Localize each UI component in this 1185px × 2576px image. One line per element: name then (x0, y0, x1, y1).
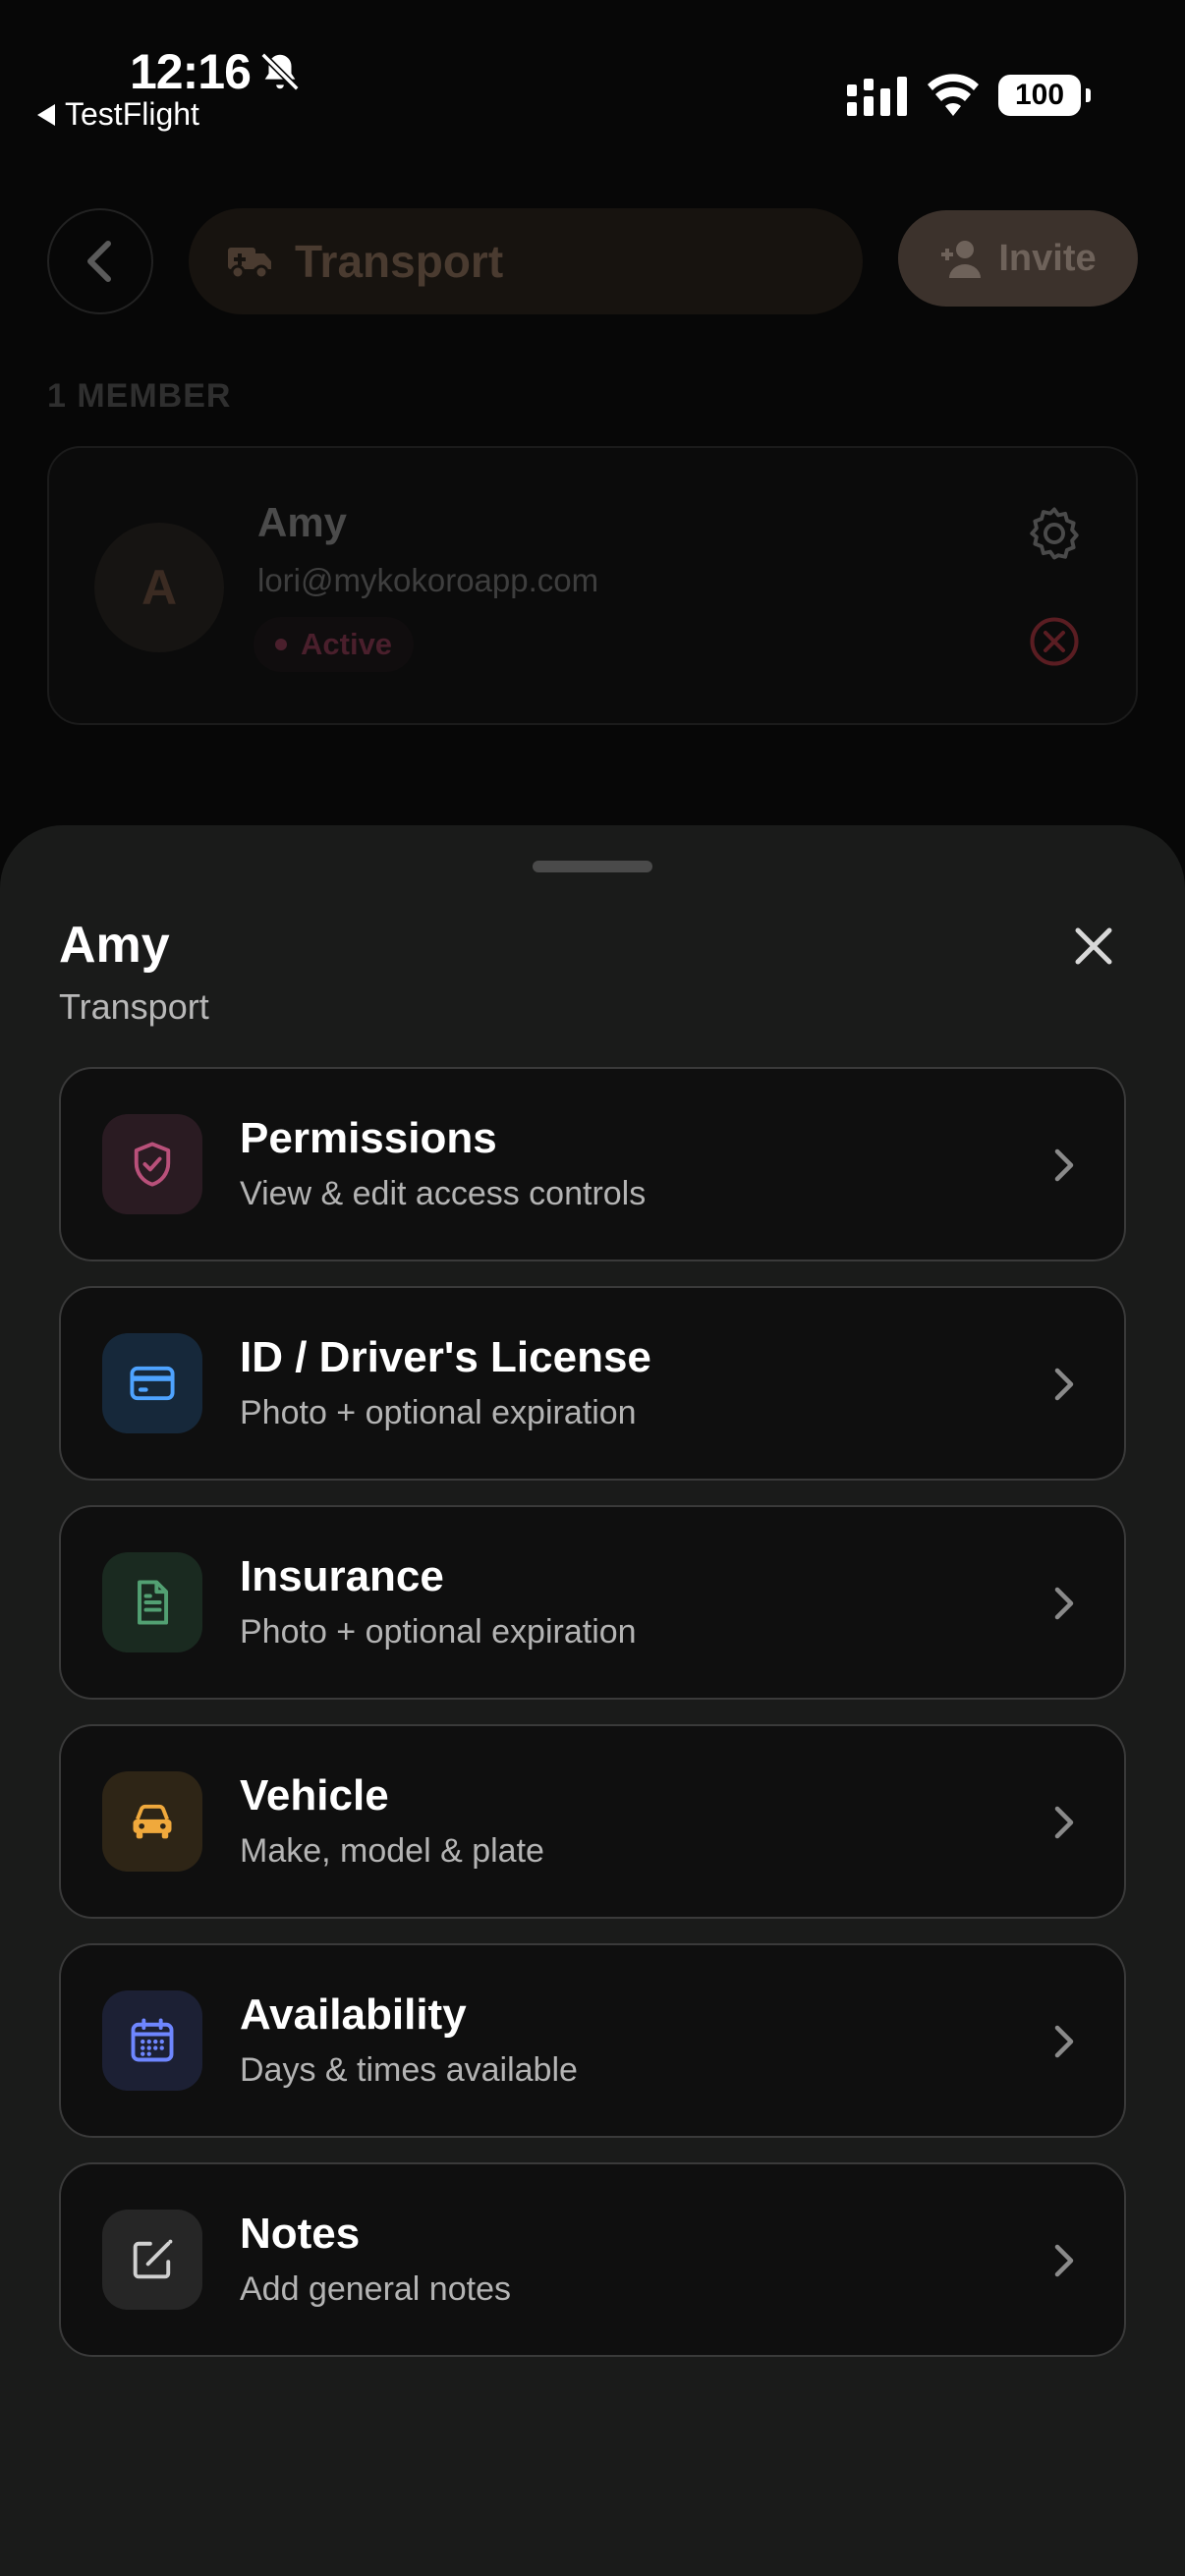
invite-label: Invite (998, 237, 1097, 279)
gear-icon[interactable] (1024, 503, 1085, 564)
member-options-sheet: Amy Transport Permissions View & edit ac… (0, 825, 1185, 2576)
back-triangle-icon (37, 103, 55, 126)
group-title-pill: Transport (189, 208, 863, 314)
option-permissions[interactable]: Permissions View & edit access controls (59, 1067, 1126, 1261)
option-icon-tile (102, 1552, 202, 1652)
chevron-right-icon (1054, 1587, 1074, 1620)
option-icon-tile (102, 2210, 202, 2310)
close-button[interactable] (1063, 916, 1124, 977)
chevron-right-icon (1054, 2025, 1074, 2058)
add-person-icon (941, 241, 982, 278)
member-name: Amy (257, 499, 348, 545)
close-icon (1075, 927, 1112, 965)
option-title: ID / Driver's License (240, 1333, 651, 1381)
option-description: Days & times available (240, 2051, 578, 2089)
cellular-signal-icon (847, 77, 907, 116)
option-title: Vehicle (240, 1771, 389, 1820)
option-list: Permissions View & edit access controls … (59, 1067, 1126, 2381)
status-bar: 12:16 TestFlight 100 (0, 0, 1185, 147)
sheet-title: Amy (59, 917, 170, 974)
status-badge: Active (254, 617, 415, 672)
option-insurance[interactable]: Insurance Photo + optional expiration (59, 1505, 1126, 1700)
option-icon-tile (102, 1771, 202, 1872)
member-card[interactable]: A Amy lori@mykokoroapp.com Active (47, 446, 1138, 725)
back-to-app-link[interactable]: TestFlight (37, 96, 199, 133)
option-icon-tile (102, 1990, 202, 2091)
member-email: lori@mykokoroapp.com (257, 562, 599, 598)
option-title: Permissions (240, 1114, 497, 1162)
chevron-right-icon (1054, 1368, 1074, 1401)
ambulance-icon (228, 248, 271, 280)
shield-check-icon (134, 1142, 171, 1187)
option-notes[interactable]: Notes Add general notes (59, 2162, 1126, 2357)
calendar-icon (131, 2018, 174, 2062)
chevron-right-icon (1054, 2244, 1074, 2277)
option-description: Add general notes (240, 2270, 511, 2308)
sheet-subtitle: Transport (59, 986, 209, 1027)
option-description: View & edit access controls (240, 1175, 647, 1212)
battery-indicator: 100 (998, 75, 1091, 116)
remove-member-icon[interactable] (1028, 615, 1081, 668)
chevron-left-icon (87, 241, 111, 282)
status-label: Active (301, 627, 393, 661)
option-description: Photo + optional expiration (240, 1613, 637, 1651)
edit-note-icon (133, 2239, 173, 2279)
option-description: Make, model & plate (240, 1832, 544, 1870)
id-card-icon (130, 1366, 175, 1401)
member-count: 1 MEMBER (47, 377, 232, 415)
invite-button[interactable]: Invite (898, 210, 1138, 307)
option-title: Insurance (240, 1552, 444, 1600)
group-detail-page: Transport Invite 1 MEMBER A Amy lori@myk… (0, 147, 1185, 835)
chevron-right-icon (1054, 1148, 1074, 1182)
option-vehicle[interactable]: Vehicle Make, model & plate (59, 1724, 1126, 1919)
status-dot (275, 639, 287, 650)
back-app-label: TestFlight (65, 96, 199, 132)
status-time: 12:16 (130, 44, 252, 99)
bell-off-icon (260, 52, 300, 91)
group-name: Transport (295, 236, 504, 287)
wifi-icon (928, 74, 979, 116)
option-availability[interactable]: Availability Days & times available (59, 1943, 1126, 2138)
document-icon (138, 1580, 169, 1625)
back-button[interactable] (47, 208, 153, 314)
option-icon-tile (102, 1114, 202, 1214)
chevron-right-icon (1054, 1806, 1074, 1839)
car-icon (133, 1804, 172, 1839)
avatar: A (94, 523, 224, 652)
option-title: Notes (240, 2210, 361, 2258)
option-description: Photo + optional expiration (240, 1394, 637, 1431)
sheet-grabber[interactable] (533, 861, 652, 872)
option-id-license[interactable]: ID / Driver's License Photo + optional e… (59, 1286, 1126, 1481)
option-title: Availability (240, 1990, 467, 2039)
option-icon-tile (102, 1333, 202, 1433)
